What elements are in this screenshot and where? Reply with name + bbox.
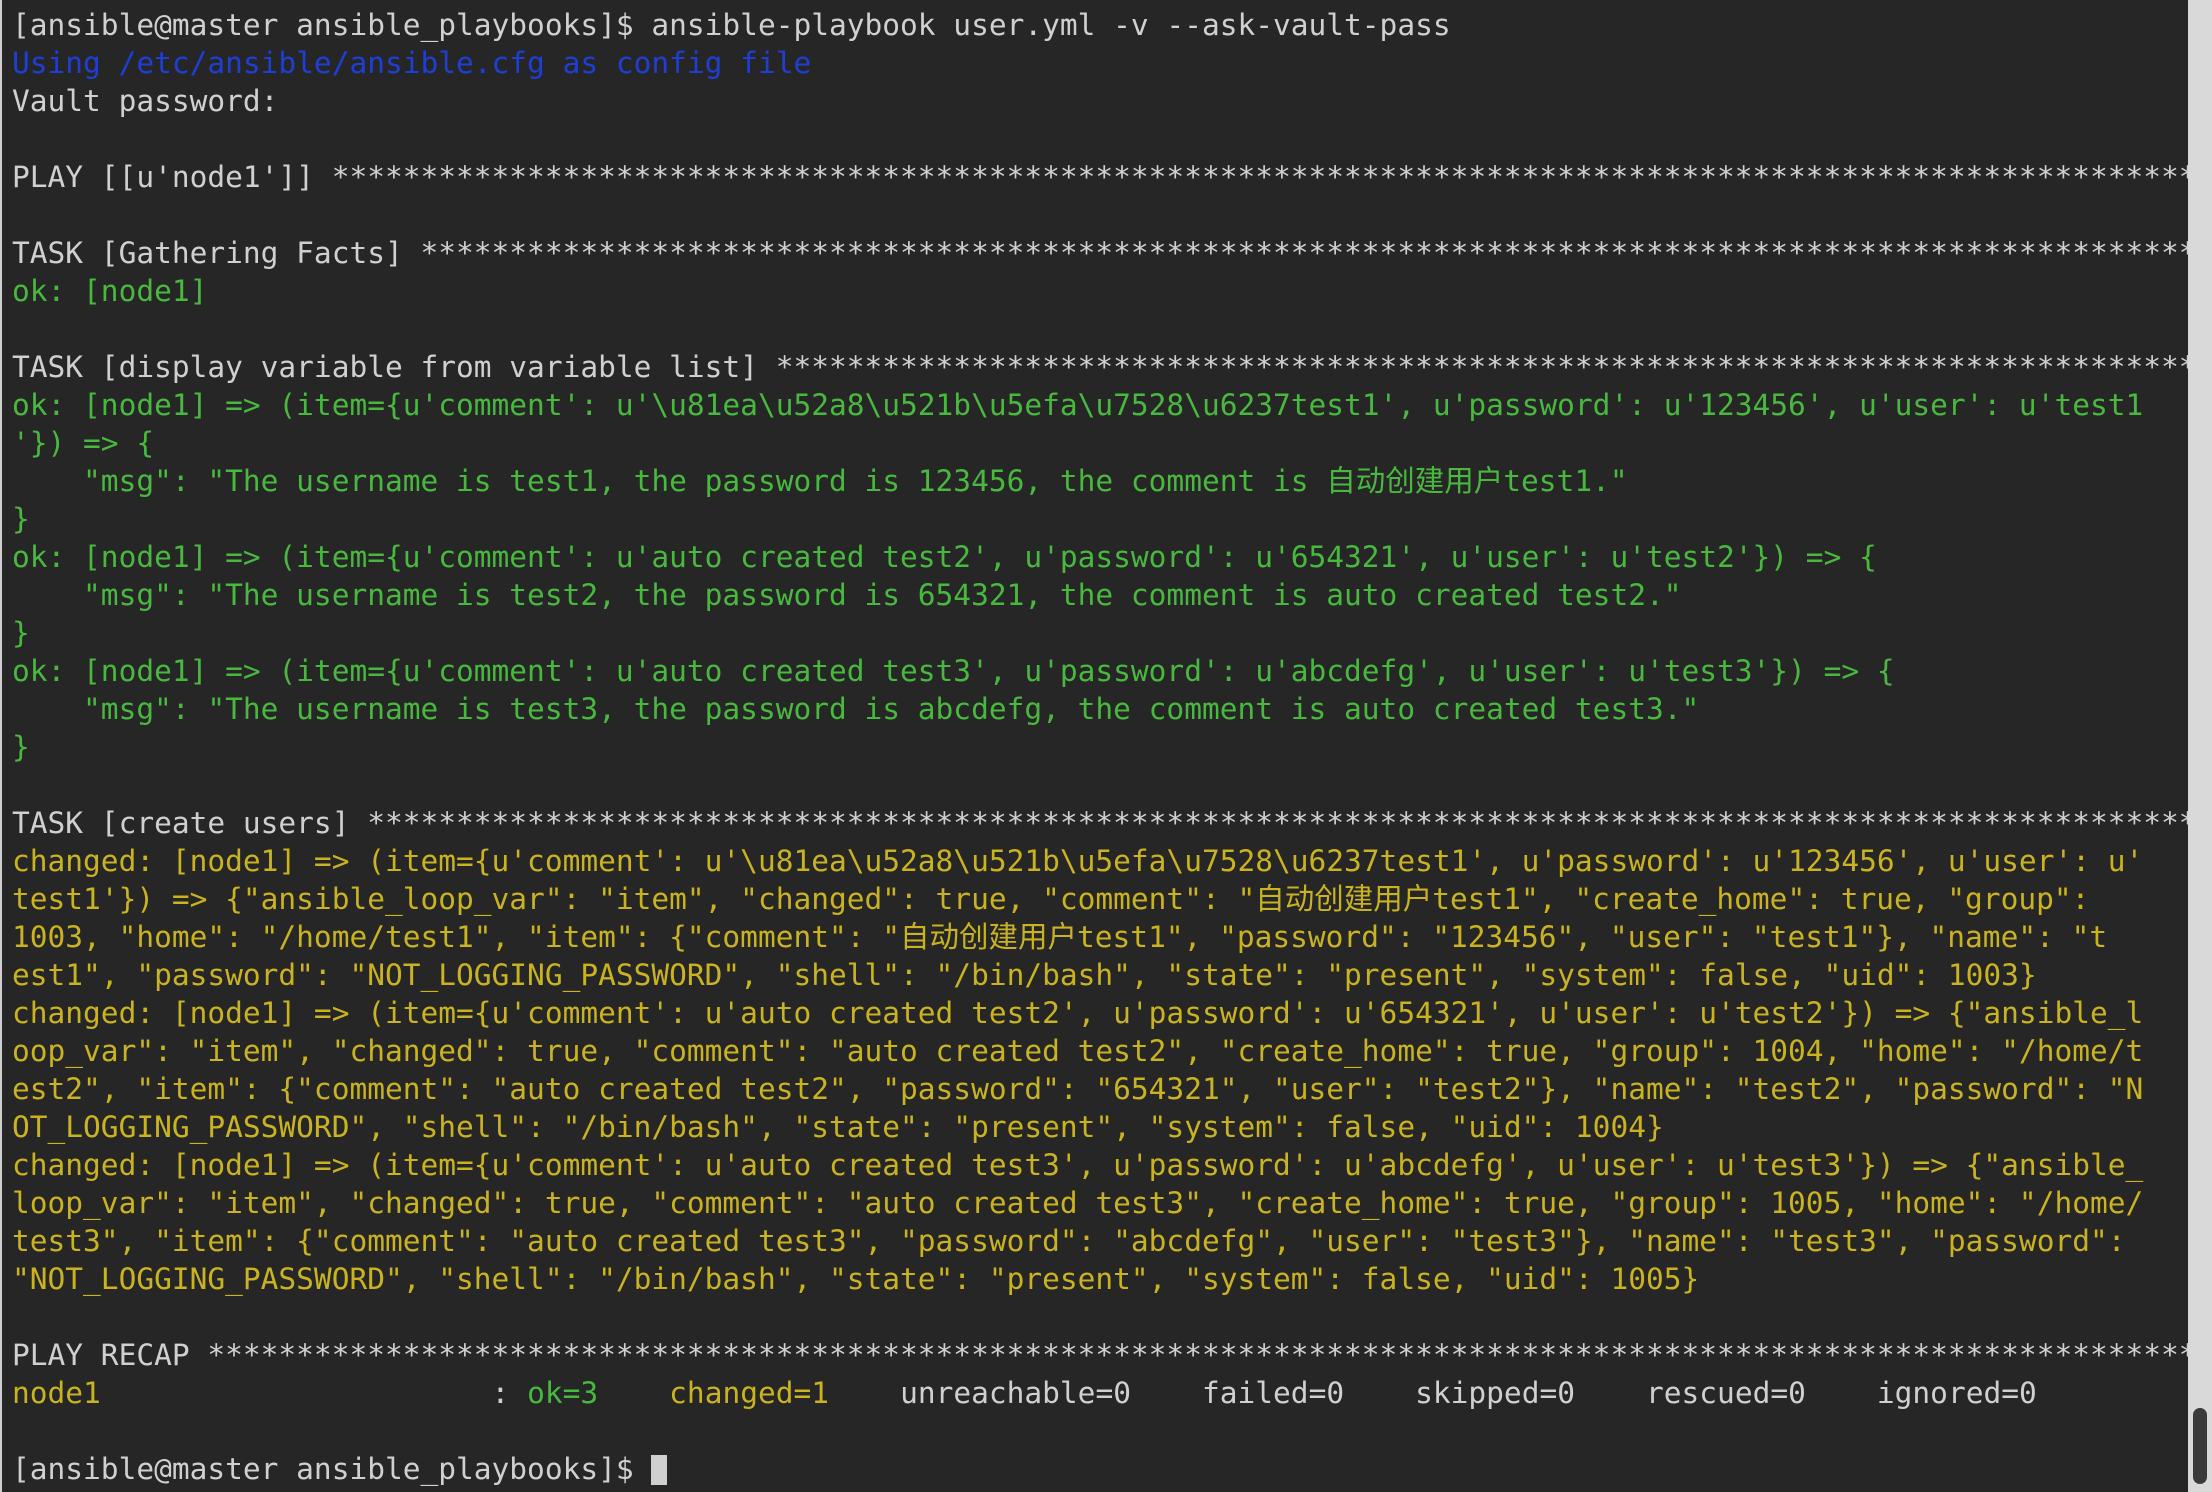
terminal-line: changed: [node1] => (item={u'comment': u… <box>12 1146 2188 1184</box>
terminal-line: TASK [create users] ********************… <box>12 804 2188 842</box>
terminal-line: changed: [node1] => (item={u'comment': u… <box>12 994 2188 1032</box>
terminal-text-segment: changed: [node1] => (item={u'comment': u… <box>12 1148 2144 1182</box>
terminal-text-segment: oop_var": "item", "changed": true, "comm… <box>12 1034 2144 1068</box>
terminal-line: loop_var": "item", "changed": true, "com… <box>12 1184 2188 1222</box>
terminal-line: "msg": "The username is test1, the passw… <box>12 462 2188 500</box>
terminal-line: "NOT_LOGGING_PASSWORD", "shell": "/bin/b… <box>12 1260 2188 1298</box>
terminal-line: PLAY RECAP *****************************… <box>12 1336 2188 1374</box>
terminal-text-segment: test1'}) => {"ansible_loop_var": "item",… <box>12 882 2090 916</box>
terminal-text-segment: TASK [Gathering Facts] *****************… <box>12 236 2188 270</box>
terminal-text-segment: ok: [node1] => (item={u'comment': u'auto… <box>12 540 1877 574</box>
terminal-text-segment: : <box>100 1376 528 1410</box>
terminal-line: [ansible@master ansible_playbooks]$ ansi… <box>12 6 2188 44</box>
terminal-text-segment: "msg": "The username is test3, the passw… <box>12 692 1700 726</box>
terminal-line: test1'}) => {"ansible_loop_var": "item",… <box>12 880 2188 918</box>
terminal-line: TASK [Gathering Facts] *****************… <box>12 234 2188 272</box>
vertical-scrollbar[interactable] <box>2188 0 2212 1492</box>
terminal-line: } <box>12 728 2188 766</box>
terminal-text-segment: } <box>12 616 30 650</box>
terminal-text-segment: OT_LOGGING_PASSWORD", "shell": "/bin/bas… <box>12 1110 1664 1144</box>
terminal-text-segment: } <box>12 730 30 764</box>
terminal-text-segment: } <box>12 502 30 536</box>
terminal-line: test3", "item": {"comment": "auto create… <box>12 1222 2188 1260</box>
terminal-text-segment: [ansible@master ansible_playbooks]$ ansi… <box>12 8 1451 42</box>
terminal-line: node1 : ok=3 changed=1 unreachable=0 fai… <box>12 1374 2188 1412</box>
terminal-line: est2", "item": {"comment": "auto created… <box>12 1070 2188 1108</box>
scrollbar-thumb[interactable] <box>2193 1408 2207 1484</box>
terminal-text-segment: Using /etc/ansible/ansible.cfg as config… <box>12 46 812 80</box>
terminal-line: PLAY [[u'node1']] **********************… <box>12 158 2188 196</box>
terminal-text-segment: PLAY RECAP *****************************… <box>12 1338 2188 1372</box>
terminal-window[interactable]: [ansible@master ansible_playbooks]$ ansi… <box>0 0 2188 1492</box>
terminal-line: [ansible@master ansible_playbooks]$ <box>12 1450 2188 1488</box>
terminal-line: "msg": "The username is test2, the passw… <box>12 576 2188 614</box>
terminal-text-segment: PLAY [[u'node1']] **********************… <box>12 160 2188 194</box>
terminal-text-segment: changed: [node1] => (item={u'comment': u… <box>12 844 2144 878</box>
terminal-line: oop_var": "item", "changed": true, "comm… <box>12 1032 2188 1070</box>
terminal-text-segment: "msg": "The username is test2, the passw… <box>12 578 1682 612</box>
terminal-text-segment: Vault password: <box>12 84 279 118</box>
terminal-text-segment: unreachable=0 failed=0 skipped=0 rescued… <box>829 1376 2037 1410</box>
terminal-line: ok: [node1] => (item={u'comment': u'auto… <box>12 538 2188 576</box>
terminal-line: "msg": "The username is test3, the passw… <box>12 690 2188 728</box>
terminal-line: est1", "password": "NOT_LOGGING_PASSWORD… <box>12 956 2188 994</box>
terminal-line: OT_LOGGING_PASSWORD", "shell": "/bin/bas… <box>12 1108 2188 1146</box>
terminal-text-segment: ok: [node1] => (item={u'comment': u'\u81… <box>12 388 2144 422</box>
terminal-line: changed: [node1] => (item={u'comment': u… <box>12 842 2188 880</box>
terminal-output: [ansible@master ansible_playbooks]$ ansi… <box>12 6 2188 1488</box>
terminal-text-segment: "msg": "The username is test1, the passw… <box>12 464 1628 498</box>
terminal-text-segment: node1 <box>12 1376 101 1410</box>
terminal-line: '}) => { <box>12 424 2188 462</box>
terminal-text-segment: "NOT_LOGGING_PASSWORD", "shell": "/bin/b… <box>12 1262 1700 1296</box>
terminal-line: } <box>12 500 2188 538</box>
terminal-text-segment: changed: [node1] => (item={u'comment': u… <box>12 996 2144 1030</box>
terminal-text-segment: ok: [node1] <box>12 274 208 308</box>
terminal-text-segment: '}) => { <box>12 426 155 460</box>
terminal-line: TASK [display variable from variable lis… <box>12 348 2188 386</box>
terminal-line: ok: [node1] => (item={u'comment': u'\u81… <box>12 386 2188 424</box>
terminal-text-segment: ok=3 <box>527 1376 599 1410</box>
terminal-text-segment: TASK [create users] ********************… <box>12 806 2188 840</box>
terminal-text-segment: [ansible@master ansible_playbooks]$ <box>12 1452 652 1486</box>
terminal-line: ok: [node1] => (item={u'comment': u'auto… <box>12 652 2188 690</box>
terminal-text-segment: 1003, "home": "/home/test1", "item": {"c… <box>12 920 2108 954</box>
terminal-text-segment: est2", "item": {"comment": "auto created… <box>12 1072 2144 1106</box>
terminal-line: Vault password: <box>12 82 2188 120</box>
terminal-text-segment: test3", "item": {"comment": "auto create… <box>12 1224 2126 1258</box>
terminal-line: ok: [node1] <box>12 272 2188 310</box>
terminal-text-segment: loop_var": "item", "changed": true, "com… <box>12 1186 2144 1220</box>
terminal-cursor <box>651 1455 668 1485</box>
terminal-text-segment: TASK [display variable from variable lis… <box>12 350 2188 384</box>
terminal-line: } <box>12 614 2188 652</box>
terminal-line: Using /etc/ansible/ansible.cfg as config… <box>12 44 2188 82</box>
terminal-text-segment: changed=1 <box>669 1376 830 1410</box>
terminal-text-segment: est1", "password": "NOT_LOGGING_PASSWORD… <box>12 958 2037 992</box>
terminal-text-segment: ok: [node1] => (item={u'comment': u'auto… <box>12 654 1895 688</box>
terminal-line: 1003, "home": "/home/test1", "item": {"c… <box>12 918 2188 956</box>
